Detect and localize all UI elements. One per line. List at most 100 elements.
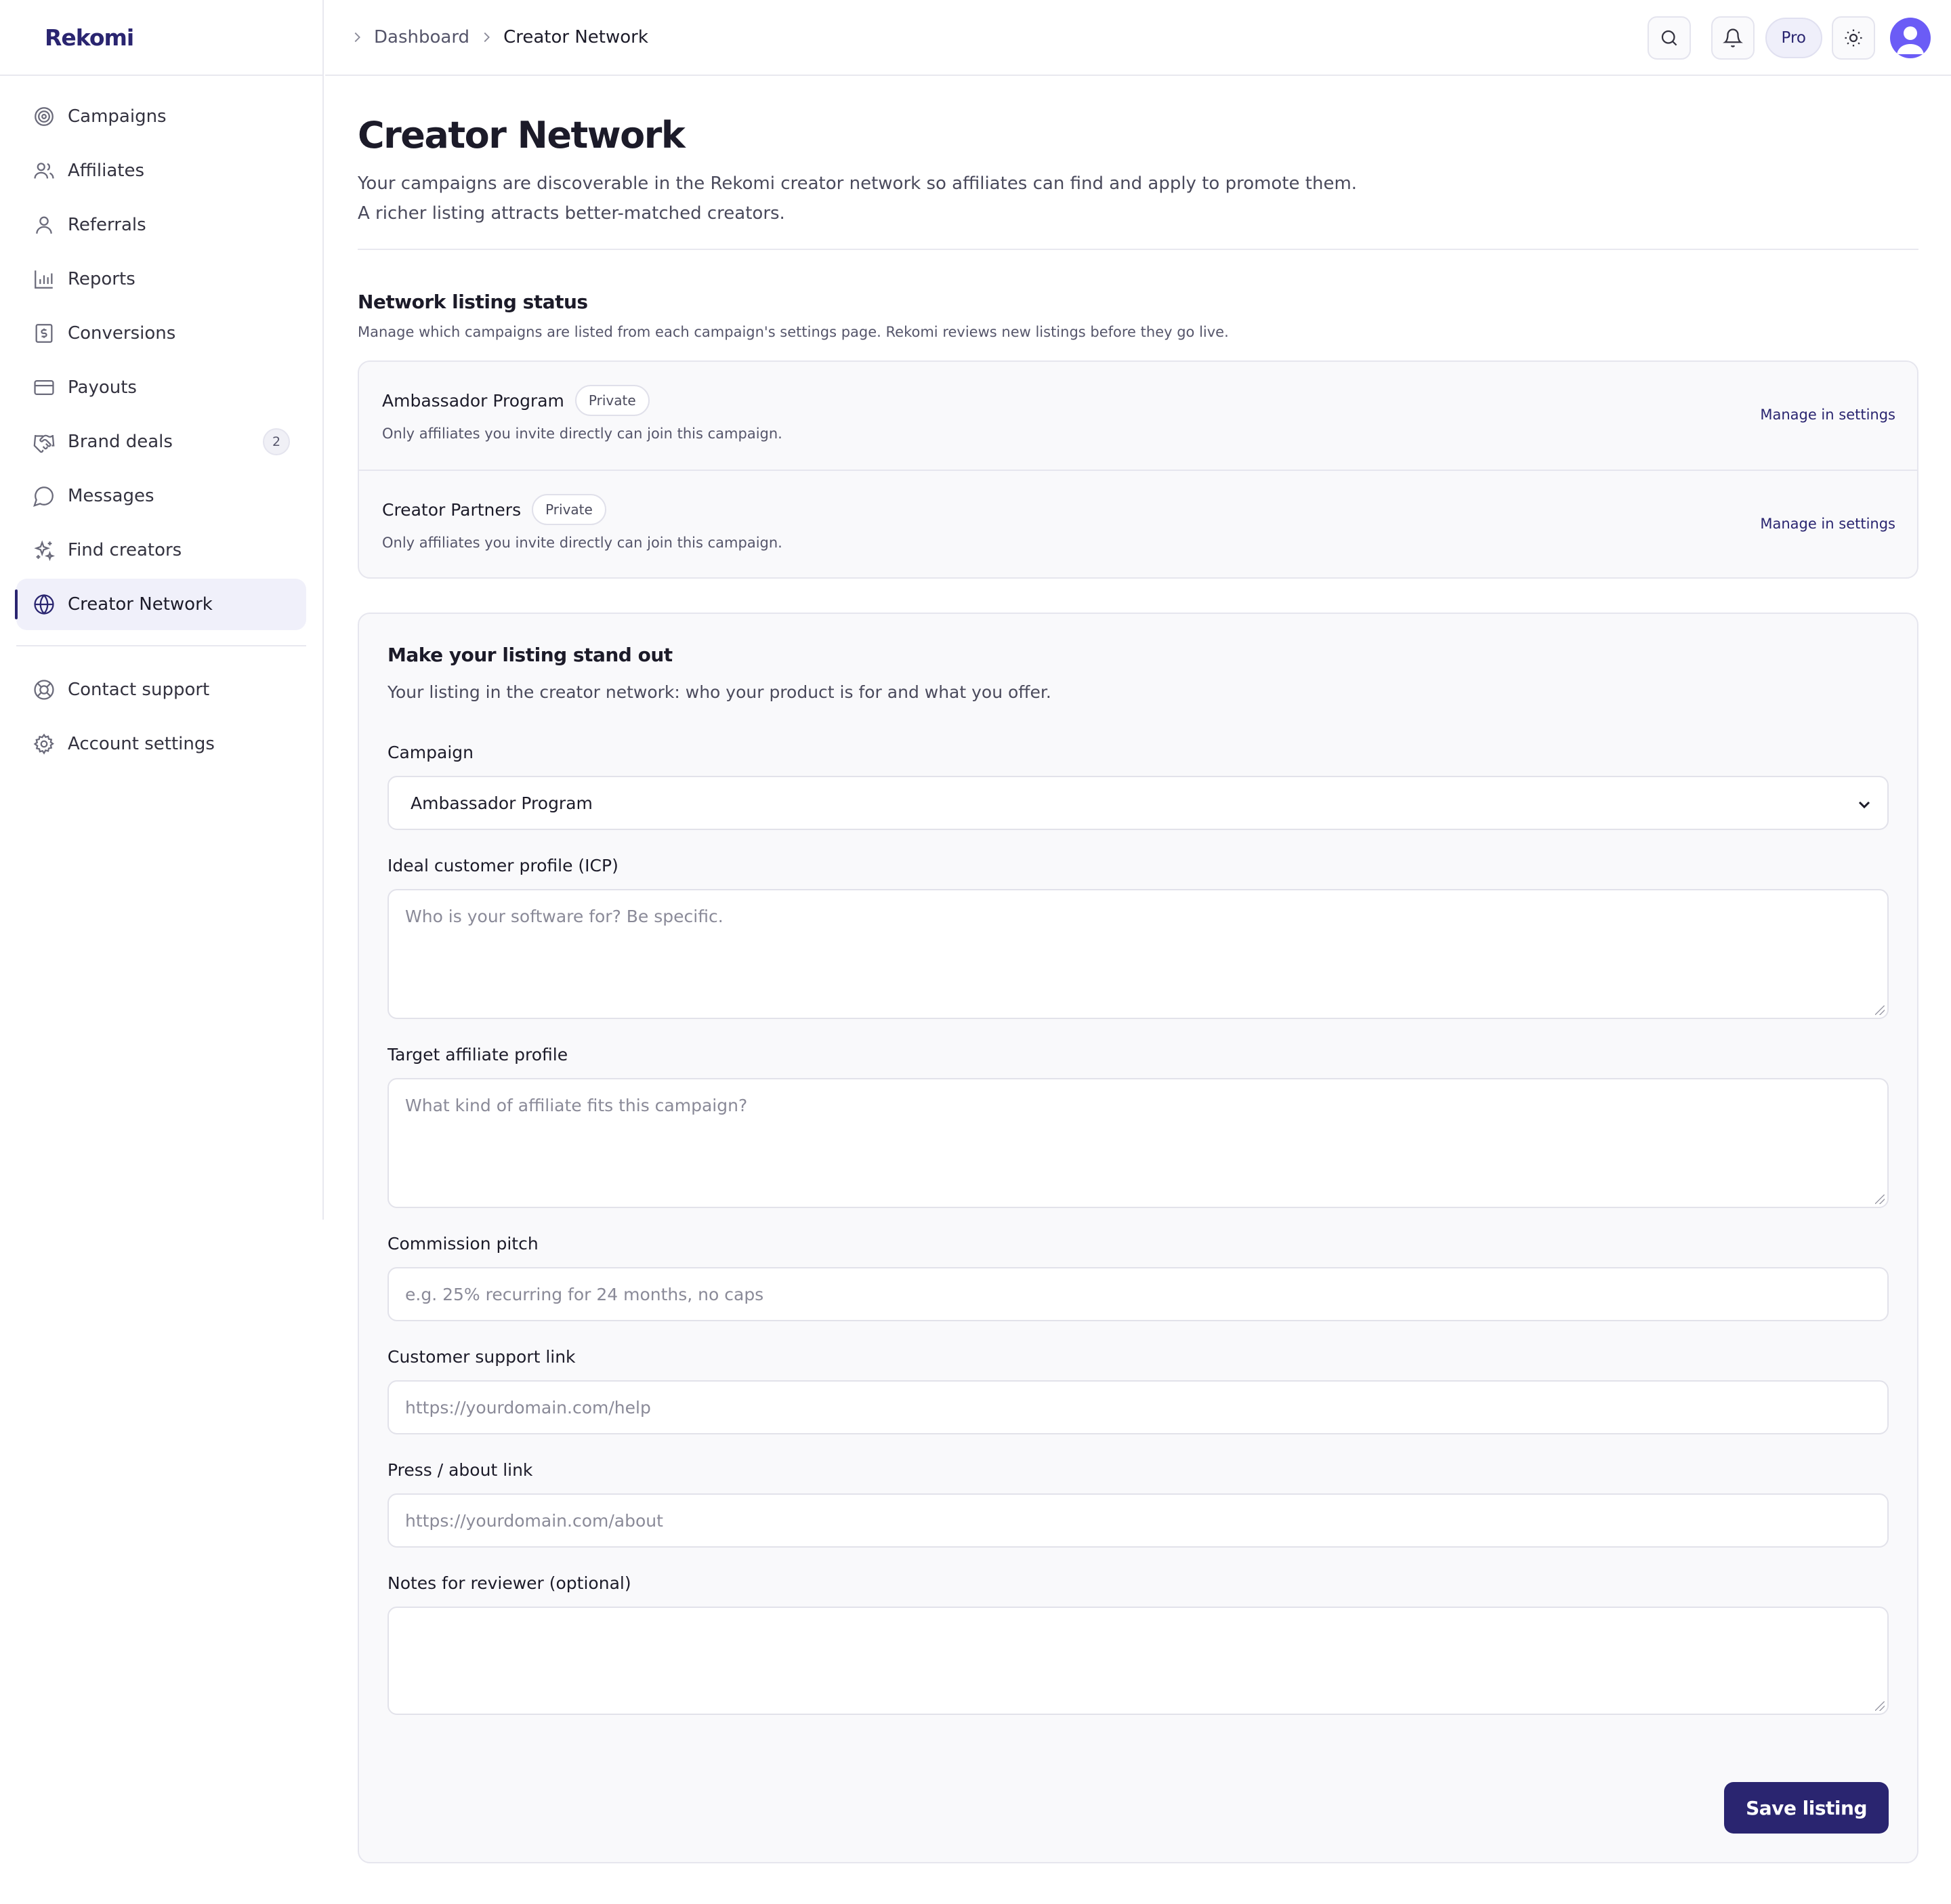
theme-toggle-button[interactable] — [1832, 16, 1875, 60]
header-actions: Pro — [1647, 16, 1931, 60]
bar-chart-icon — [35, 270, 53, 289]
sidebar-nav: Campaigns Affiliates Referrals Reports C… — [0, 76, 322, 770]
breadcrumb-dashboard[interactable]: Dashboard — [350, 27, 469, 47]
sidebar-item-label: Conversions — [68, 323, 176, 344]
sidebar-item-label: Reports — [68, 269, 135, 289]
commission-field-group: Commission pitch e.g. 25% recurring for … — [387, 1234, 1889, 1321]
search-icon — [1661, 30, 1677, 46]
brand-deals-badge: 2 — [263, 428, 290, 455]
campaign-status-description: Only affiliates you invite directly can … — [382, 426, 782, 442]
listing-form-card: Make your listing stand out Your listing… — [358, 613, 1918, 1863]
logo-moon-icon — [30, 28, 39, 47]
sidebar-item-label: Affiliates — [68, 161, 145, 181]
commission-placeholder: e.g. 25% recurring for 24 months, no cap… — [405, 1284, 764, 1304]
notes-field-group: Notes for reviewer (optional) — [387, 1573, 1889, 1715]
press-link-field-group: Press / about link https://yourdomain.co… — [387, 1460, 1889, 1548]
bell-icon — [1722, 28, 1743, 47]
campaign-field-group: Campaign Ambassador Program — [387, 743, 1889, 830]
save-listing-button[interactable]: Save listing — [1724, 1782, 1889, 1834]
manage-in-settings-link[interactable]: Manage in settings — [1760, 516, 1895, 532]
sidebar-item-reports[interactable]: Reports — [16, 253, 306, 305]
notes-textarea[interactable] — [387, 1607, 1889, 1715]
listing-status-card: Ambassador Program Private Only affiliat… — [358, 360, 1918, 579]
user-icon — [36, 216, 52, 234]
sidebar-divider — [16, 645, 306, 646]
target-icon — [35, 107, 54, 126]
sidebar-item-find-creators[interactable]: Find creators — [16, 524, 306, 576]
support-link-label: Customer support link — [387, 1347, 576, 1367]
search-button[interactable] — [1647, 16, 1691, 60]
avatar[interactable] — [1890, 18, 1931, 58]
logo-text: Rekomi — [45, 24, 134, 51]
status-row-creator-partners: Creator Partners Private Only affiliates… — [359, 470, 1917, 577]
sidebar-item-label: Creator Network — [68, 594, 213, 615]
sidebar-item-label: Payouts — [68, 377, 137, 398]
icp-field-group: Ideal customer profile (ICP) Who is your… — [387, 856, 1889, 1019]
user-avatar-icon — [1897, 26, 1924, 54]
globe-icon — [34, 594, 54, 615]
commission-input[interactable]: e.g. 25% recurring for 24 months, no cap… — [387, 1267, 1889, 1321]
plan-badge[interactable]: Pro — [1765, 18, 1822, 58]
sidebar-item-label: Messages — [68, 486, 154, 506]
press-link-input[interactable]: https://yourdomain.com/about — [387, 1493, 1889, 1548]
chevron-right-icon — [354, 32, 360, 43]
chevron-right-icon — [484, 32, 490, 43]
status-badge: Private — [532, 494, 606, 525]
page-description-line1: Your campaigns are discoverable in the R… — [358, 173, 1358, 194]
commission-label: Commission pitch — [387, 1234, 539, 1254]
sun-icon — [1845, 29, 1862, 47]
icp-textarea[interactable]: Who is your software for? Be specific. — [387, 889, 1889, 1019]
sidebar-item-brand-deals[interactable]: Brand deals 2 — [16, 416, 306, 468]
form-title: Make your listing stand out — [387, 644, 673, 666]
sidebar-item-referrals[interactable]: Referrals — [16, 199, 306, 251]
breadcrumb-label: Creator Network — [503, 27, 648, 47]
support-link-field-group: Customer support link https://yourdomain… — [387, 1347, 1889, 1434]
icp-label: Ideal customer profile (ICP) — [387, 856, 618, 875]
sidebar-item-account-settings[interactable]: Account settings — [16, 718, 306, 770]
sidebar-item-creator-network[interactable]: Creator Network — [15, 579, 306, 630]
sidebar-item-label: Brand deals — [68, 432, 173, 452]
press-link-placeholder: https://yourdomain.com/about — [405, 1510, 663, 1531]
users-icon — [34, 163, 54, 179]
campaign-status-description: Only affiliates you invite directly can … — [382, 535, 782, 551]
sidebar-item-messages[interactable]: Messages — [16, 470, 306, 522]
sparkles-icon — [34, 540, 56, 562]
sidebar-item-label: Referrals — [68, 215, 146, 235]
breadcrumb-current: Creator Network — [479, 27, 648, 47]
gear-icon — [33, 733, 55, 755]
campaign-name: Creator Partners — [382, 499, 522, 520]
sidebar-item-conversions[interactable]: Conversions — [16, 308, 306, 359]
top-header: Dashboard Creator Network Pro — [325, 0, 1951, 76]
sidebar-item-payouts[interactable]: Payouts — [16, 362, 306, 413]
lifebuoy-icon — [34, 680, 54, 700]
status-row-ambassador-program: Ambassador Program Private Only affiliat… — [359, 362, 1917, 470]
affiliate-profile-textarea[interactable]: What kind of affiliate fits this campaig… — [387, 1078, 1889, 1208]
sidebar-item-label: Find creators — [68, 540, 182, 560]
notes-label: Notes for reviewer (optional) — [387, 1573, 631, 1593]
support-link-placeholder: https://yourdomain.com/help — [405, 1397, 651, 1417]
icp-placeholder: Who is your software for? Be specific. — [405, 907, 723, 926]
sidebar-item-label: Account settings — [68, 734, 215, 754]
support-link-input[interactable]: https://yourdomain.com/help — [387, 1380, 1889, 1434]
campaign-select-value: Ambassador Program — [411, 793, 593, 813]
campaign-select[interactable]: Ambassador Program — [387, 776, 1889, 830]
logo[interactable]: Rekomi — [0, 0, 322, 76]
credit-card-icon — [34, 379, 54, 396]
message-icon — [33, 487, 54, 507]
affiliate-profile-label: Target affiliate profile — [387, 1045, 568, 1064]
sidebar-item-affiliates[interactable]: Affiliates — [16, 145, 306, 196]
page-title: Creator Network — [358, 114, 686, 157]
handshake-icon — [33, 434, 55, 453]
status-section-title: Network listing status — [358, 291, 588, 313]
status-section-description: Manage which campaigns are listed from e… — [358, 324, 1229, 340]
affiliate-profile-field-group: Target affiliate profile What kind of af… — [387, 1045, 1889, 1208]
sidebar-item-campaigns[interactable]: Campaigns — [16, 91, 306, 142]
breadcrumb-label: Dashboard — [374, 27, 470, 47]
sidebar-item-label: Contact support — [68, 680, 210, 700]
affiliate-profile-placeholder: What kind of affiliate fits this campaig… — [405, 1096, 748, 1115]
sidebar-item-contact-support[interactable]: Contact support — [16, 664, 306, 716]
campaign-name: Ambassador Program — [382, 390, 564, 411]
manage-in-settings-link[interactable]: Manage in settings — [1760, 407, 1895, 423]
notifications-button[interactable] — [1711, 16, 1755, 60]
press-link-label: Press / about link — [387, 1460, 533, 1480]
